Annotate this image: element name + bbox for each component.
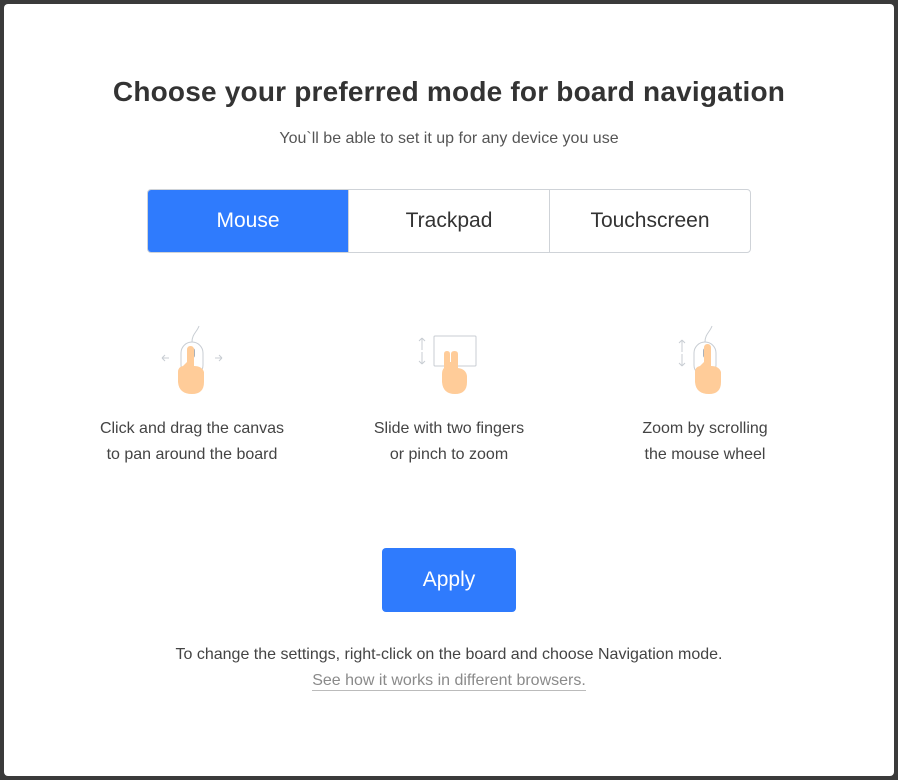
browsers-help-link[interactable]: See how it works in different browsers.	[312, 672, 586, 691]
feature-pan: Click and drag the canvas to pan around …	[62, 324, 322, 468]
mouse-drag-icon	[161, 325, 223, 394]
mode-option-touchscreen[interactable]: Touchscreen	[549, 190, 750, 252]
navigation-mode-dialog: Choose your preferred mode for board nav…	[4, 4, 894, 776]
mode-option-trackpad[interactable]: Trackpad	[348, 190, 549, 252]
feature-trackpad-caption: Slide with two fingers or pinch to zoom	[373, 420, 525, 463]
feature-pan-caption: Click and drag the canvas to pan around …	[99, 420, 285, 463]
feature-trackpad: Slide with two fingers or pinch to zoom	[319, 324, 579, 468]
feature-zoom-caption: Zoom by scrolling the mouse wheel	[642, 420, 768, 463]
mouse-wheel-scroll-icon	[678, 325, 721, 394]
feature-zoom: Zoom by scrolling the mouse wheel	[575, 324, 835, 468]
trackpad-fingers-icon	[418, 335, 477, 394]
dialog-title: Choose your preferred mode for board nav…	[112, 76, 786, 107]
apply-button[interactable]: Apply	[382, 548, 516, 612]
mode-features: Click and drag the canvas to pan around …	[4, 324, 894, 474]
footer-link-container: See how it works in different browsers.	[4, 672, 894, 691]
footer-hint: To change the settings, right-click on t…	[175, 646, 723, 663]
dialog-subtitle: You`ll be able to set it up for any devi…	[279, 130, 619, 147]
mode-option-mouse[interactable]: Mouse	[148, 190, 348, 252]
mode-selector: Mouse Trackpad Touchscreen	[147, 189, 751, 253]
